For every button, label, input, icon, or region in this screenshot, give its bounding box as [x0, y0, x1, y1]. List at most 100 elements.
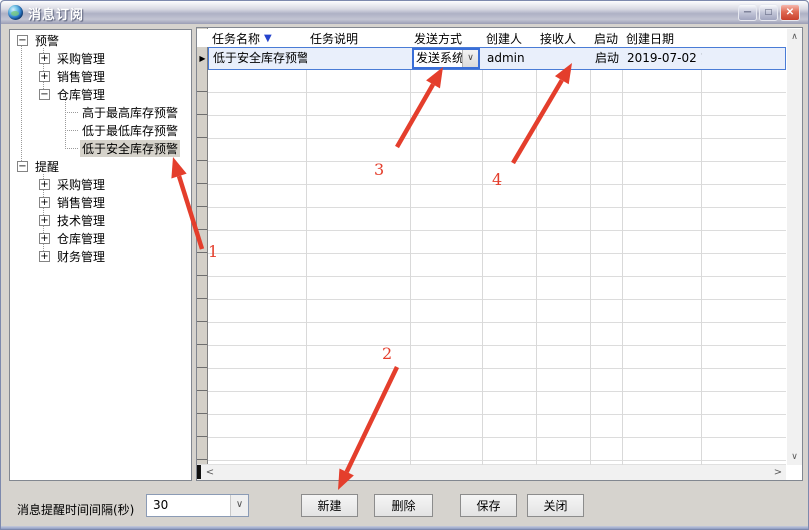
tree-item-remind-purchase[interactable]: + 采购管理	[10, 176, 189, 193]
tree-item-remind-tech[interactable]: + 技术管理	[10, 212, 189, 229]
horizontal-scrollbar[interactable]: < >	[197, 464, 786, 480]
minimize-button[interactable]: ─	[738, 4, 757, 21]
task-grid[interactable]: ▶ 任务名称▼任务说明发送方式创建人接收人启动创建日期 低于安全库存预警发送系统…	[196, 27, 803, 481]
tree-connector	[65, 148, 78, 149]
tree-item-label[interactable]: 采购管理	[55, 176, 107, 193]
send-method-value: 发送系统	[414, 50, 462, 67]
scroll-left-icon[interactable]: <	[202, 465, 218, 481]
expand-icon[interactable]: +	[39, 233, 50, 244]
cell-receiver[interactable]	[537, 48, 591, 69]
delete-button[interactable]: 删除	[374, 494, 433, 517]
tree-item-label[interactable]: 仓库管理	[55, 86, 107, 103]
expand-icon[interactable]: +	[39, 179, 50, 190]
tree-item-warning[interactable]: −预警	[10, 32, 189, 49]
expand-icon[interactable]: +	[39, 197, 50, 208]
collapse-icon[interactable]: −	[17, 35, 28, 46]
title-bar[interactable]: 消息订阅 ─ □ ✕	[1, 1, 808, 24]
interval-combobox[interactable]: 30 ∨	[146, 494, 249, 517]
tree-item-below-safe-stock[interactable]: 低于安全库存预警	[10, 140, 189, 157]
current-row-marker-icon: ▶	[197, 47, 208, 70]
expand-icon[interactable]: +	[39, 71, 50, 82]
message-subscription-dialog: 消息订阅 ─ □ ✕ −预警+采购管理+销售管理−仓库管理高于最高库存预警低于最…	[0, 0, 809, 530]
column-header-label: 创建日期	[626, 30, 674, 47]
send-method-combobox[interactable]: 发送系统∨	[412, 48, 480, 69]
column-header-label: 发送方式	[414, 30, 462, 47]
tree-item-label[interactable]: 低于安全库存预警	[80, 140, 180, 157]
vertical-scrollbar[interactable]: ∧ ∨	[787, 29, 802, 465]
cell-create_date[interactable]: 2019-07-02 1	[623, 48, 702, 69]
tree-item-remind[interactable]: −提醒	[10, 158, 189, 175]
grid-column-line	[410, 47, 411, 465]
tree-item-warning-purchase[interactable]: + 采购管理	[10, 50, 189, 67]
scroll-down-icon[interactable]: ∨	[787, 449, 802, 465]
column-header-label: 接收人	[540, 30, 576, 47]
cell-start[interactable]: 启动	[591, 48, 623, 69]
tree-item-warning-sales[interactable]: + 销售管理	[10, 68, 189, 85]
interval-value: 30	[147, 495, 230, 516]
close-button[interactable]: 关闭	[527, 494, 584, 517]
collapse-icon[interactable]: −	[17, 161, 28, 172]
column-header-receiver[interactable]: 接收人	[536, 29, 590, 47]
tree-item-above-max-stock[interactable]: 高于最高库存预警	[10, 104, 189, 121]
tree-item-label[interactable]: 仓库管理	[55, 230, 107, 247]
dialog-bottom-edge	[1, 526, 808, 529]
maximize-button[interactable]: □	[759, 4, 778, 21]
scroll-up-icon[interactable]: ∧	[787, 29, 802, 45]
tree-item-remind-warehouse[interactable]: + 仓库管理	[10, 230, 189, 247]
expand-icon[interactable]: +	[39, 215, 50, 226]
column-header-description[interactable]: 任务说明	[306, 29, 410, 47]
tree-item-remind-sales[interactable]: + 销售管理	[10, 194, 189, 211]
tree-item-label[interactable]: 预警	[33, 32, 61, 49]
tree-item-label[interactable]: 销售管理	[55, 194, 107, 211]
message-tree[interactable]: −预警+采购管理+销售管理−仓库管理高于最高库存预警低于最低库存预警低于安全库存…	[9, 29, 192, 481]
grid-column-line	[701, 47, 702, 465]
grid-row[interactable]: 低于安全库存预警发送系统∨admin启动2019-07-02 1	[208, 47, 786, 70]
app-globe-icon	[8, 5, 23, 20]
cell-creator[interactable]: admin	[483, 48, 537, 69]
column-header-label: 创建人	[486, 30, 522, 47]
column-header-send_method[interactable]: 发送方式	[410, 29, 482, 47]
sort-desc-icon: ▼	[264, 33, 272, 44]
grid-column-line	[536, 47, 537, 465]
column-header-task_name[interactable]: 任务名称 ▼	[208, 29, 306, 47]
grid-column-line	[590, 47, 591, 465]
column-header-start[interactable]: 启动	[590, 29, 622, 47]
close-window-button[interactable]: ✕	[780, 4, 800, 21]
interval-label: 消息提醒时间间隔(秒)	[17, 501, 134, 518]
tree-item-label[interactable]: 提醒	[33, 158, 61, 175]
column-header-create_date[interactable]: 创建日期	[622, 29, 701, 47]
grid-column-line	[306, 47, 307, 465]
expand-icon[interactable]: +	[39, 53, 50, 64]
cell-extra[interactable]	[702, 48, 787, 69]
tree-item-label[interactable]: 财务管理	[55, 248, 107, 265]
column-header-label: 启动	[594, 30, 618, 47]
tree-item-label[interactable]: 低于最低库存预警	[80, 122, 180, 139]
tree-item-label[interactable]: 销售管理	[55, 68, 107, 85]
grid-empty-rows	[208, 70, 786, 465]
record-selector-column	[197, 28, 208, 465]
column-header-creator[interactable]: 创建人	[482, 29, 536, 47]
grid-column-line	[622, 47, 623, 465]
chevron-down-icon[interactable]: ∨	[230, 495, 248, 516]
tree-item-label[interactable]: 采购管理	[55, 50, 107, 67]
window-title: 消息订阅	[28, 4, 84, 23]
cell-task_name[interactable]: 低于安全库存预警	[209, 48, 307, 69]
new-button[interactable]: 新建	[301, 494, 358, 517]
tree-item-label[interactable]: 高于最高库存预警	[80, 104, 180, 121]
column-header-label: 任务说明	[310, 30, 358, 47]
tree-item-remind-finance[interactable]: + 财务管理	[10, 248, 189, 265]
scrollbar-splitter[interactable]	[197, 465, 201, 479]
column-header-extra[interactable]	[701, 29, 786, 47]
column-header-label: 任务名称	[212, 30, 260, 47]
cell-description[interactable]	[307, 48, 411, 69]
chevron-down-icon[interactable]: ∨	[462, 50, 478, 67]
expand-icon[interactable]: +	[39, 251, 50, 262]
save-button[interactable]: 保存	[460, 494, 517, 517]
tree-item-below-min-stock[interactable]: 低于最低库存预警	[10, 122, 189, 139]
collapse-icon[interactable]: −	[39, 89, 50, 100]
tree-item-warning-warehouse[interactable]: −仓库管理	[10, 86, 189, 103]
scroll-right-icon[interactable]: >	[770, 465, 786, 481]
tree-item-label[interactable]: 技术管理	[55, 212, 107, 229]
tree-connector	[65, 130, 78, 131]
grid-header: 任务名称 ▼ 任务说明 发送方式 创建人 接收人 启动创建日期	[197, 29, 787, 47]
